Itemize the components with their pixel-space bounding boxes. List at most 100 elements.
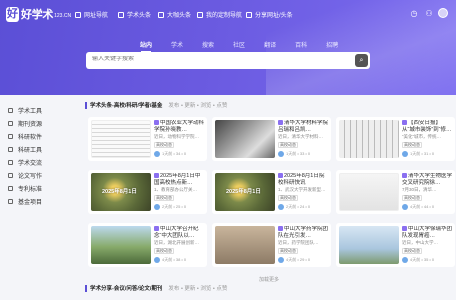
share-icon xyxy=(246,11,252,18)
article-title: 【西安日报】从“城市装饰”到“修… xyxy=(402,120,452,133)
thumbnail-caption: 2025年8月1日 xyxy=(226,189,261,195)
tab-site[interactable]: 站内 xyxy=(140,40,152,52)
nav-share[interactable]: 分享网址/头条 xyxy=(246,10,293,19)
history-icon[interactable]: ◷ xyxy=(409,9,419,18)
nav-academic-headlines[interactable]: 学术头条 xyxy=(118,10,151,19)
article-stats: 4天前 • 44 • 0 xyxy=(410,204,435,209)
section-sort-options[interactable]: 发布 • 更新 • 浏览 • 点赞 xyxy=(168,101,227,109)
article-card[interactable]: 中山大学药学院团队在光引发… 近日，药学院团队… 高校动态 4天前 • 29 •… xyxy=(212,223,331,267)
avatar[interactable] xyxy=(438,8,448,18)
tab-translate[interactable]: 翻译 xyxy=(264,40,276,49)
article-title: 2025年8月1日中国高校热点新… xyxy=(154,173,201,186)
article-stats: 2天前 • 25 • 0 xyxy=(162,204,187,209)
article-tag[interactable]: 高校动态 xyxy=(154,195,174,201)
sidebar-item-research-tools[interactable]: 科研工具 xyxy=(8,143,73,156)
tab-academic[interactable]: 学术 xyxy=(171,40,183,49)
avatar xyxy=(402,204,408,210)
article-stats: 1天前 • 31 • 0 xyxy=(410,151,435,156)
article-card[interactable]: 中国农业大学动科学院孙晓教… 近日，动物科学学院… 高校动态 1天前 • 34 … xyxy=(88,117,207,161)
avatar xyxy=(402,257,408,263)
article-tag[interactable]: 高校动态 xyxy=(402,142,422,148)
article-excerpt: 1、武汉大学开发新型… xyxy=(278,187,326,192)
article-badge-icon xyxy=(278,226,283,232)
search-input[interactable] xyxy=(92,56,332,62)
article-title: 清华大学生物医学交叉研究院徐… xyxy=(402,173,453,186)
section-title[interactable]: 学术头条-高校/科研/学者/基金 xyxy=(90,101,162,109)
avatar xyxy=(278,151,284,157)
search-icon[interactable]: ⌕ xyxy=(355,54,368,67)
article-tag[interactable]: 高校动态 xyxy=(278,142,298,148)
article-card[interactable]: 中山大学徐瑞华团队发现胃癌… 近日，中山大学… 高校动态 4天前 • 35 • … xyxy=(336,223,455,267)
section-header-headlines: 学术头条-高校/科研/学者/基金 发布 • 更新 • 浏览 • 点赞 xyxy=(85,101,227,109)
load-more-button[interactable]: 加载更多 xyxy=(259,276,279,283)
article-card[interactable]: 清华大学材料学院吕瑞和吕凯… 近日，清华大学材料… 高校动态 1天前 • 33 … xyxy=(212,117,331,161)
article-tag[interactable]: 高校动态 xyxy=(278,195,298,201)
article-badge-icon xyxy=(402,120,407,126)
article-title: 中山大学药学院团队在光引发… xyxy=(278,226,329,239)
article-tag[interactable]: 高校动态 xyxy=(278,248,298,254)
article-title: 中国农业大学动科学院孙晓教… xyxy=(154,120,205,133)
sidebar-item-exchange[interactable]: 学术交流 xyxy=(8,156,73,169)
sidebar: 学术工具 期刊资源 科研软件 科研工具 学术交流 论文写作 专利标准 基金项目 xyxy=(8,104,73,208)
article-excerpt: 近日，湖北开展创新… xyxy=(154,240,199,245)
avatar xyxy=(154,204,160,210)
thumbnail-caption: 2025年8月1日 xyxy=(102,189,137,195)
article-excerpt: 1、教育部办公厅关… xyxy=(154,187,198,192)
article-title: 中山大学召开纪念“中大团队以… xyxy=(154,226,199,239)
article-thumbnail xyxy=(215,226,275,264)
article-badge-icon xyxy=(154,120,159,126)
section-sort-options[interactable]: 发布 • 更新 • 浏览 • 点赞 xyxy=(168,284,227,292)
avatar xyxy=(278,257,284,263)
grid-icon xyxy=(75,11,81,18)
article-excerpt: 近日，动物科学学院… xyxy=(154,134,199,139)
article-tag[interactable]: 高校动态 xyxy=(154,248,174,254)
article-title: 中山大学徐瑞华团队发现胃癌… xyxy=(402,226,453,239)
article-card[interactable]: 2025年8月1日 2025年8月1日中国高校热点新… 1、教育部办公厅关… 高… xyxy=(88,170,207,214)
tab-encyclopedia[interactable]: 百科 xyxy=(295,40,307,49)
flask-icon xyxy=(8,147,13,152)
article-card[interactable]: 中山大学召开纪念“中大团队以… 近日，湖北开展创新… 高校动态 4天前 • 38… xyxy=(88,223,207,267)
logo-name: 好学术 xyxy=(21,9,54,21)
sidebar-item-patents[interactable]: 专利标准 xyxy=(8,182,73,195)
nav-url-navigation[interactable]: 网址导航 xyxy=(75,10,108,19)
article-stats: 2天前 • 24 • 0 xyxy=(286,204,311,209)
search-tabs: 站内 学术 搜索 社区 翻译 百科 招聘 xyxy=(140,40,357,52)
sidebar-item-academic-tools[interactable]: 学术工具 xyxy=(8,104,73,117)
article-tag[interactable]: 高校动态 xyxy=(154,142,174,148)
site-logo[interactable]: 好 好学术 123.CN xyxy=(6,6,71,22)
sidebar-item-funding[interactable]: 基金项目 xyxy=(8,195,73,208)
article-thumbnail xyxy=(339,226,399,264)
article-stats: 4天前 • 35 • 0 xyxy=(410,257,435,262)
article-thumbnail xyxy=(215,120,275,158)
article-card[interactable]: 【西安日报】从“城市装饰”到“修… “美化”城市，传统… 高校动态 1天前 • … xyxy=(336,117,455,161)
tab-community[interactable]: 社区 xyxy=(233,40,245,49)
user-icon[interactable]: ⚇ xyxy=(424,9,434,18)
sidebar-item-software[interactable]: 科研软件 xyxy=(8,130,73,143)
article-thumbnail xyxy=(339,120,399,158)
avatar xyxy=(154,151,160,157)
article-excerpt: 近日，药学院团队… xyxy=(278,240,319,245)
nav-expert-headlines[interactable]: 大咖头条 xyxy=(158,10,191,19)
sidebar-item-writing[interactable]: 论文写作 xyxy=(8,169,73,182)
article-excerpt: 近日，中山大学… xyxy=(402,240,438,245)
section-title[interactable]: 学术分享-会议/问答/论文/期刊 xyxy=(90,284,162,292)
fund-icon xyxy=(8,199,13,204)
article-tag[interactable]: 高校动态 xyxy=(402,248,422,254)
book-icon xyxy=(8,121,13,126)
article-thumbnail xyxy=(339,173,399,211)
article-card[interactable]: 2025年8月1日 2025年8月1日院校科研快讯 1、武汉大学开发新型… 高校… xyxy=(212,170,331,214)
sidebar-item-journals[interactable]: 期刊资源 xyxy=(8,117,73,130)
search-bar: ⌕ xyxy=(86,52,370,69)
tab-search[interactable]: 搜索 xyxy=(202,40,214,49)
article-card[interactable]: 清华大学生物医学交叉研究院徐… 7月30日，清华… 高校动态 4天前 • 44 … xyxy=(336,170,455,214)
article-thumbnail xyxy=(91,120,151,158)
tab-jobs[interactable]: 招聘 xyxy=(326,40,338,49)
nav-custom-navigation[interactable]: 我的定制导航 xyxy=(197,10,242,19)
tool-icon xyxy=(8,108,13,113)
logo-domain: 123.CN xyxy=(54,13,72,19)
avatar xyxy=(278,204,284,210)
article-excerpt: 7月30日，清华… xyxy=(402,187,437,192)
article-stats: 1天前 • 33 • 0 xyxy=(286,151,311,156)
article-tag[interactable]: 高校动态 xyxy=(402,195,422,201)
software-icon xyxy=(8,134,13,139)
